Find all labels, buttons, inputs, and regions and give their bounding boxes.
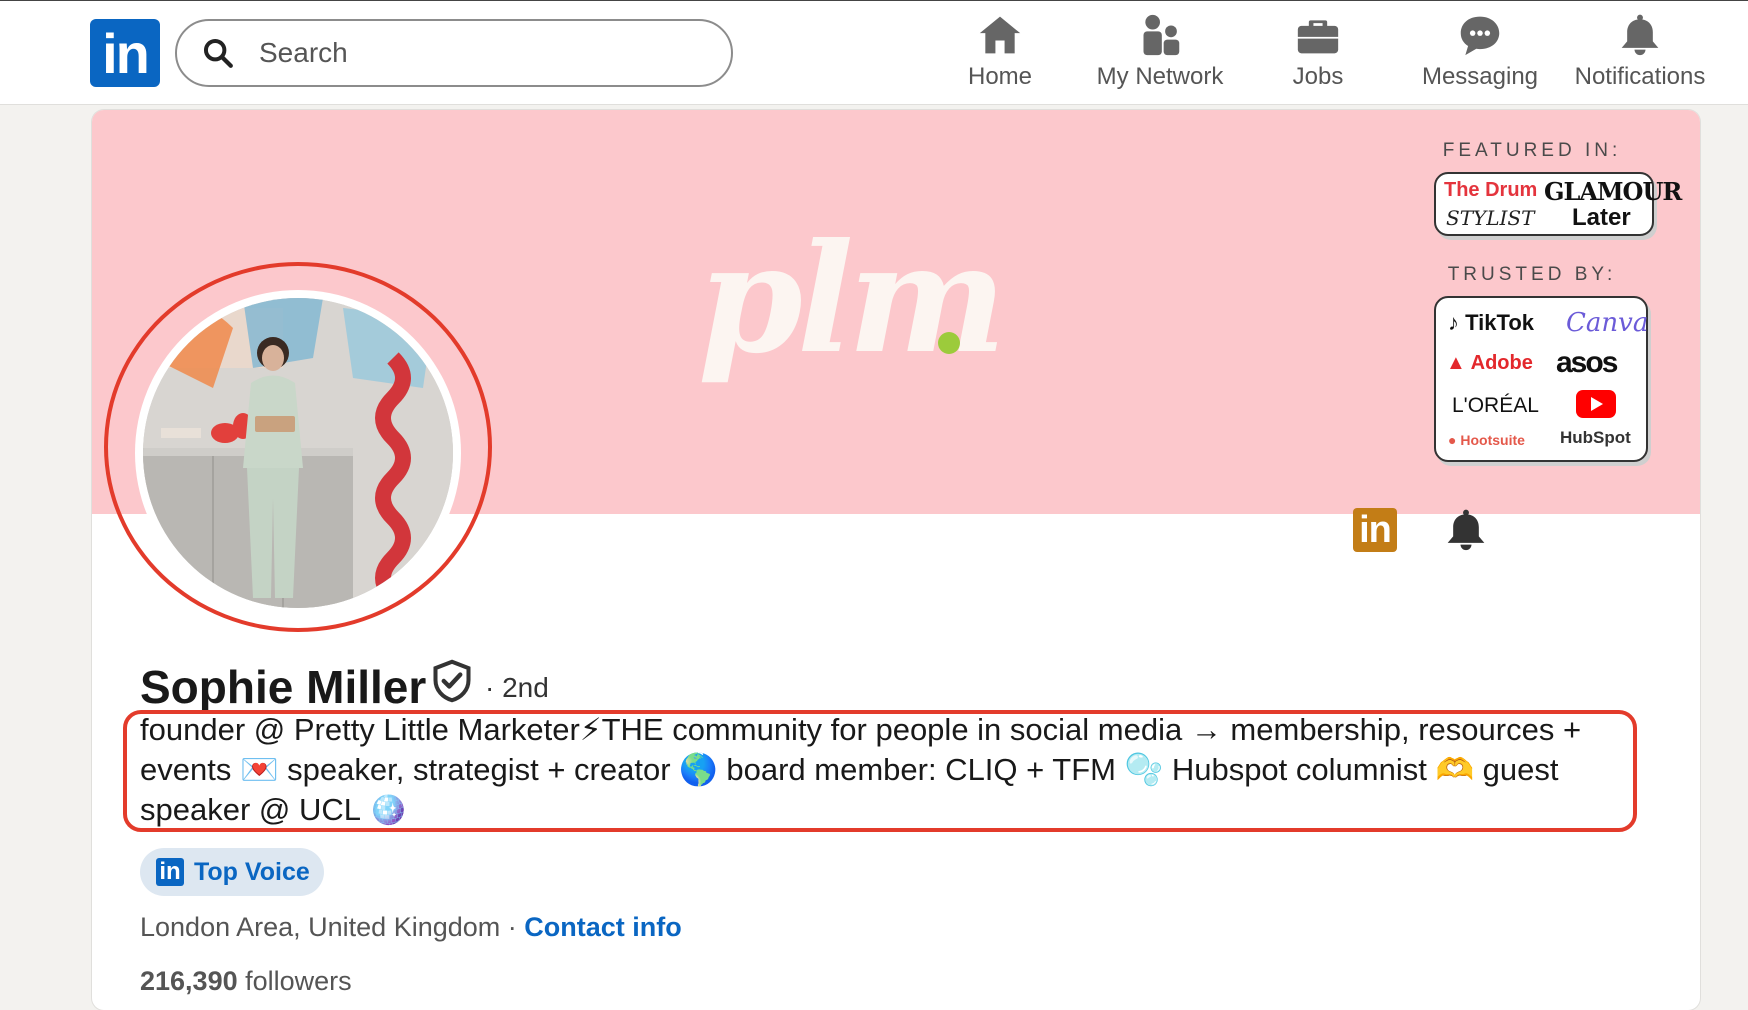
nav-label: Jobs [1292, 63, 1344, 90]
trusted-brand: HubSpot [1560, 428, 1631, 447]
trusted-brand: ♪ TikTok [1448, 310, 1534, 335]
featured-brand: STYLIST [1446, 206, 1535, 230]
youtube-icon [1576, 390, 1616, 418]
top-voice-badge[interactable]: in Top Voice [140, 848, 324, 896]
top-voice-label: Top Voice [194, 857, 310, 886]
featured-brand: Later [1572, 204, 1631, 231]
followers-label: followers [237, 966, 352, 996]
featured-brand: The Drum [1444, 179, 1538, 201]
featured-in-label: FEATURED IN: [1442, 140, 1622, 161]
connection-degree: · 2nd [485, 672, 549, 703]
nav-notifications[interactable]: Notifications [1565, 13, 1715, 93]
trusted-brand: Canva [1566, 308, 1649, 338]
followers-count-line: 216,390 followers [140, 966, 352, 997]
linkedin-icon: in [156, 858, 184, 886]
nav-label: Messaging [1421, 63, 1539, 90]
nav-messaging[interactable]: Messaging [1415, 13, 1545, 93]
profile-card: plm FEATURED IN: The Drum GLAMOUR STYLIS… [92, 110, 1700, 1010]
follow-notifications-button[interactable] [1444, 508, 1488, 552]
search-input[interactable] [259, 37, 699, 69]
trusted-by-label: TRUSTED BY: [1447, 264, 1617, 285]
profile-photo [143, 298, 453, 608]
nav-my-network[interactable]: My Network [1085, 13, 1235, 93]
nav-label: Home [967, 63, 1033, 90]
top-navigation-bar: in Home My Network Jobs Messaging Notifi… [0, 0, 1748, 105]
profile-avatar[interactable] [135, 290, 461, 616]
linkedin-premium-button[interactable]: in [1353, 508, 1397, 552]
trusted-brand: ● Hootsuite [1448, 432, 1525, 448]
separator: · [500, 912, 525, 942]
network-icon [1143, 14, 1180, 56]
linkedin-logo[interactable]: in [90, 19, 160, 87]
nav-label: My Network [1096, 63, 1224, 90]
search-icon [203, 38, 233, 68]
profile-photo-illustration [143, 298, 453, 608]
bell-icon [1621, 14, 1659, 56]
bell-icon [1447, 509, 1485, 551]
banner-brand-dot [938, 332, 960, 354]
hootsuite-icon: ● [1448, 432, 1457, 448]
nav-jobs[interactable]: Jobs [1278, 13, 1358, 93]
followers-count: 216,390 [140, 966, 238, 996]
verified-shield-icon[interactable] [430, 658, 474, 704]
contact-info-link[interactable]: Contact info [524, 912, 681, 942]
messaging-icon [1460, 16, 1500, 56]
profile-location: London Area, United Kingdom [140, 912, 501, 942]
nav-label: Notifications [1574, 63, 1706, 90]
tiktok-icon: ♪ [1448, 310, 1459, 335]
trusted-brand: L'ORÉAL [1452, 394, 1539, 417]
nav-home[interactable]: Home [955, 13, 1045, 93]
featured-brand: GLAMOUR [1544, 177, 1682, 206]
profile-headline: founder @ Pretty Little Marketer⚡THE com… [140, 712, 1582, 827]
trusted-by-logos: ♪ TikTok Canva ▲ Adobe asos L'ORÉAL ● Ho… [1434, 296, 1648, 462]
home-icon [979, 16, 1021, 54]
trusted-brand: ▲ Adobe [1446, 352, 1533, 374]
profile-name: Sophie Miller [140, 661, 427, 713]
location-line: London Area, United Kingdom · Contact in… [140, 912, 682, 943]
briefcase-icon [1297, 20, 1339, 54]
featured-in-logos: The Drum GLAMOUR STYLIST Later [1434, 172, 1682, 236]
trusted-brand: asos [1556, 346, 1618, 379]
search-bar[interactable] [175, 19, 733, 87]
adobe-icon: ▲ [1446, 352, 1466, 374]
